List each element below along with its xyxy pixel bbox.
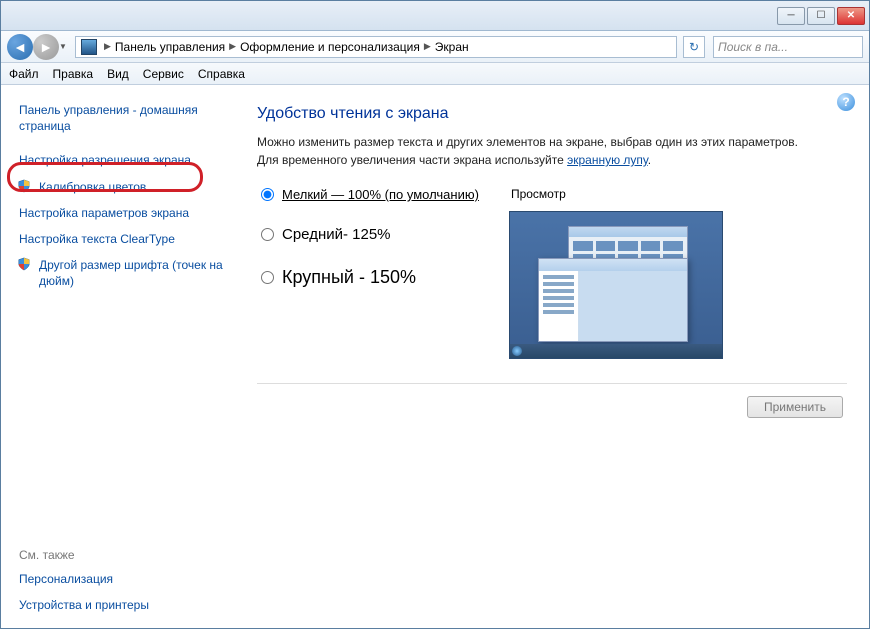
sidebar: Панель управления - домашняя страница На… [1,85,233,628]
radio-medium-input[interactable] [261,228,274,241]
see-also-heading: См. также [19,548,233,562]
breadcrumb-root[interactable]: Панель управления [115,40,225,54]
navbar: ◄ ► ▼ ▶ Панель управления ▶ Оформление и… [1,31,869,63]
help-icon[interactable]: ? [837,93,855,111]
sidebar-item-color-calibration[interactable]: Калибровка цветов [15,174,233,200]
forward-button[interactable]: ► [33,34,59,60]
shield-icon [17,179,31,193]
radio-label: Средний- 125% [282,226,391,243]
control-panel-window: ─ ☐ ✕ ◄ ► ▼ ▶ Панель управления ▶ Оформл… [0,0,870,629]
magnifier-link[interactable]: экранную лупу [567,153,648,167]
size-radios: Мелкий — 100% (по умолчанию) Средний- 12… [257,187,479,288]
sidebar-item-cleartype[interactable]: Настройка текста ClearType [15,226,233,252]
search-placeholder: Поиск в па... [718,40,788,54]
refresh-button[interactable]: ↻ [683,36,705,58]
content: ? Удобство чтения с экрана Можно изменит… [233,85,869,628]
menu-file[interactable]: Файл [9,67,39,81]
options-row: Мелкий — 100% (по умолчанию) Средний- 12… [257,187,847,359]
shield-icon [17,257,31,271]
breadcrumb-leaf[interactable]: Экран [435,40,469,54]
back-button[interactable]: ◄ [7,34,33,60]
actions: Применить [257,396,847,418]
titlebar: ─ ☐ ✕ [1,1,869,31]
see-also-devices[interactable]: Устройства и принтеры [15,592,233,618]
radio-large[interactable]: Крупный - 150% [261,267,479,288]
sidebar-item-resolution[interactable]: Настройка разрешения экрана [15,147,233,173]
page-description: Можно изменить размер текста и других эл… [257,133,817,169]
radio-label: Мелкий — 100% (по умолчанию) [282,187,479,202]
chevron-right-icon: ▶ [424,41,431,52]
divider [257,383,847,384]
sidebar-item-label: Другой размер шрифта (точек на дюйм) [39,258,223,288]
radio-large-input[interactable] [261,271,274,284]
breadcrumb-mid[interactable]: Оформление и персонализация [240,40,420,54]
window-controls: ─ ☐ ✕ [777,7,865,25]
sidebar-item-display-params[interactable]: Настройка параметров экрана [15,200,233,226]
chevron-right-icon: ▶ [104,41,111,52]
chevron-right-icon: ▶ [229,41,236,52]
close-button[interactable]: ✕ [837,7,865,25]
sidebar-item-label: Калибровка цветов [39,180,146,194]
preview-heading: Просмотр [511,187,723,201]
preview-image [509,211,723,359]
menu-view[interactable]: Вид [107,67,129,81]
nav-buttons: ◄ ► ▼ [7,34,71,60]
nav-history-dropdown[interactable]: ▼ [59,34,71,60]
menu-edit[interactable]: Правка [53,67,94,81]
sidebar-item-dpi[interactable]: Другой размер шрифта (точек на дюйм) [15,252,233,294]
menu-help[interactable]: Справка [198,67,245,81]
location-icon [81,39,97,55]
preview-column: Просмотр [509,187,723,359]
minimize-button[interactable]: ─ [777,7,805,25]
radio-small[interactable]: Мелкий — 100% (по умолчанию) [261,187,479,202]
maximize-button[interactable]: ☐ [807,7,835,25]
page-title: Удобство чтения с экрана [257,105,847,123]
apply-button[interactable]: Применить [747,396,843,418]
menu-tools[interactable]: Сервис [143,67,184,81]
radio-label: Крупный - 150% [282,267,416,288]
radio-medium[interactable]: Средний- 125% [261,226,479,243]
see-also-personalization[interactable]: Персонализация [15,566,233,592]
breadcrumb[interactable]: ▶ Панель управления ▶ Оформление и персо… [75,36,677,58]
body: Панель управления - домашняя страница На… [1,85,869,628]
menubar: Файл Правка Вид Сервис Справка [1,63,869,85]
search-input[interactable]: Поиск в па... [713,36,863,58]
sidebar-home[interactable]: Панель управления - домашняя страница [15,97,233,139]
radio-small-input[interactable] [261,188,274,201]
